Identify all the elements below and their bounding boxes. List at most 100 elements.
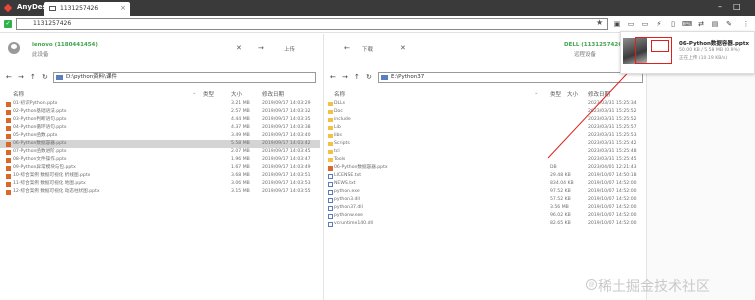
file-name: Tools xyxy=(334,157,346,162)
file-date: 2023/03/31 15:25:34 xyxy=(588,101,637,106)
anydesk-logo-icon xyxy=(3,3,13,13)
file-name: DLLs xyxy=(334,101,346,106)
col-type[interactable]: 类型 xyxy=(550,90,561,98)
file-name: 08-Python文件操作.pptx xyxy=(13,157,67,162)
file-name: 12-综合案例 数据可视化 动态柱状图.pptx xyxy=(13,189,100,194)
up-icon[interactable]: ↑ xyxy=(30,73,36,81)
table-row[interactable]: 04-Python循环语句.pptx 4.37 MB 2019/09/17 14:0… xyxy=(0,124,320,132)
file-name: pythonw.exe xyxy=(334,213,364,218)
address-input[interactable]: 1131257426 xyxy=(16,18,608,30)
drive-icon xyxy=(56,75,63,80)
watermark-at-icon: @ xyxy=(586,279,597,290)
table-row[interactable]: 06-Python数据容器.pptx 5.58 MB 2019/09/17 14:0… xyxy=(0,140,320,148)
table-row[interactable]: 06-Python数据容器.pptx DB 2023/04/01 12:21:43 xyxy=(324,164,647,172)
table-row[interactable]: 11-综合案例 数据可视化 地图.pptx 3.06 MB 2019/09/17 1… xyxy=(0,180,320,188)
file-name: 04-Python循环语句.pptx xyxy=(13,125,67,130)
file-icon xyxy=(328,189,333,195)
table-row[interactable]: Scripts 2023/03/31 15:25:42 xyxy=(324,140,647,148)
table-row[interactable]: python3.dll 57.52 KB 2019/10/07 14:52:00 xyxy=(324,196,647,204)
file-icon xyxy=(328,205,333,211)
minimize-icon[interactable]: – xyxy=(718,2,722,11)
file-transfer-icon[interactable]: ▣ xyxy=(612,19,622,29)
table-row[interactable]: 12-综合案例 数据可视化 动态柱状图.pptx 3.15 MB 2019/09/1… xyxy=(0,188,320,196)
pen-icon[interactable]: ✎ xyxy=(724,19,734,29)
notification-status: 正在上传 (10.19 KB/s) xyxy=(679,56,728,61)
table-row[interactable]: NEWS.txt 834.04 KB 2019/10/07 14:52:00 xyxy=(324,180,647,188)
close-tab-icon[interactable]: × xyxy=(120,4,126,12)
remote-table-header: 名称 ⌄ 类型 大小 修改日期 xyxy=(324,90,647,98)
file-date: 2023/03/31 15:25:42 xyxy=(588,141,637,146)
pptx-file-icon xyxy=(6,149,11,155)
file-name: Doc xyxy=(334,109,343,114)
table-row[interactable]: 10-综合案例 数据可视化 折线图.pptx 3.68 MB 2019/09/17 … xyxy=(0,172,320,180)
col-modified[interactable]: 修改日期 xyxy=(262,90,284,98)
local-path-input[interactable]: D:\python资料\课件 xyxy=(53,72,316,83)
file-size: 3.06 MB xyxy=(231,181,250,186)
action-icon[interactable]: ⚡ xyxy=(654,19,664,29)
refresh-icon[interactable]: ↻ xyxy=(42,73,48,81)
maximize-icon[interactable]: □ xyxy=(733,2,741,11)
table-row[interactable]: LICENSE.txt 29.48 KB 2019/10/07 14:50:18 xyxy=(324,172,647,180)
session-tab[interactable]: 1131257426 × xyxy=(44,2,130,16)
up-icon[interactable]: ↑ xyxy=(354,73,360,81)
table-row[interactable]: 09-Python异常模块与包.pptx 1.67 MB 2019/09/17 14… xyxy=(0,164,320,172)
col-name[interactable]: 名称 xyxy=(334,90,345,98)
file-name: vcruntime140.dll xyxy=(334,221,374,226)
col-name[interactable]: 名称 xyxy=(13,90,24,98)
forward-icon[interactable]: → xyxy=(18,73,24,81)
chat-icon[interactable]: ▭ xyxy=(626,19,636,29)
arrow-right-icon[interactable]: → xyxy=(258,44,264,52)
close-icon[interactable]: ✕ xyxy=(236,44,242,52)
table-row[interactable]: DLLs 2023/03/31 15:25:34 xyxy=(324,100,647,108)
keyboard-icon[interactable]: ⌨ xyxy=(682,19,692,29)
table-row[interactable]: libs 2023/03/31 15:25:53 xyxy=(324,132,647,140)
col-type[interactable]: 类型 xyxy=(203,90,214,98)
remote-path-input[interactable]: E:\Python37 xyxy=(378,72,643,83)
file-size: 1.96 MB xyxy=(231,157,250,162)
col-modified[interactable]: 修改日期 xyxy=(588,90,610,98)
refresh-icon[interactable]: ↻ xyxy=(366,73,372,81)
file-size: 3.49 MB xyxy=(231,133,250,138)
table-row[interactable]: python37.dll 3.56 MB 2019/10/07 14:52:00 xyxy=(324,204,647,212)
table-row[interactable]: 03-Python判断语句.pptx 4.44 MB 2019/09/17 14:0… xyxy=(0,116,320,124)
table-row[interactable]: Lib 2023/03/31 15:25:57 xyxy=(324,124,647,132)
table-row[interactable]: pythonw.exe 96.02 KB 2019/10/07 14:52:00 xyxy=(324,212,647,220)
local-table-header: 名称 ⌄ 类型 大小 修改日期 xyxy=(0,90,320,98)
col-size[interactable]: 大小 xyxy=(567,90,578,98)
table-row[interactable]: tcl 2023/03/31 15:25:48 xyxy=(324,148,647,156)
switch-icon[interactable]: ⇄ xyxy=(696,19,706,29)
file-name: LICENSE.txt xyxy=(334,173,362,178)
table-row[interactable]: Tools 2023/03/31 15:25:45 xyxy=(324,156,647,164)
mouse-icon[interactable]: ▯ xyxy=(668,19,678,29)
back-icon[interactable]: ← xyxy=(6,73,12,81)
table-row[interactable]: Doc 2023/03/31 15:25:52 xyxy=(324,108,647,116)
pptx-file-icon xyxy=(6,101,11,107)
table-row[interactable]: 02-Python基础语法.pptx 2.57 MB 2019/09/17 14:0… xyxy=(0,108,320,116)
table-row[interactable]: 08-Python文件操作.pptx 1.96 MB 2019/09/17 14:0… xyxy=(0,156,320,164)
table-row[interactable]: 01-初识Python.pptx 3.21 MB 2019/09/17 14:03:… xyxy=(0,100,320,108)
screenshot-icon[interactable]: ▤ xyxy=(710,19,720,29)
upload-button[interactable]: 上传 xyxy=(284,45,295,53)
file-size: 2.57 MB xyxy=(231,109,250,114)
sort-icon: ⌄ xyxy=(534,90,539,96)
file-size: 1.67 MB xyxy=(231,165,250,170)
file-icon xyxy=(328,213,333,219)
connection-ok-icon: ✓ xyxy=(4,20,12,28)
table-row[interactable]: 07-Python函数进阶.pptx 2.07 MB 2019/09/17 14:0… xyxy=(0,148,320,156)
table-row[interactable]: python.exe 97.52 KB 2019/10/07 14:52:00 xyxy=(324,188,647,196)
close-icon[interactable]: ✕ xyxy=(400,44,406,52)
menu-icon[interactable]: ⋮ xyxy=(741,19,751,29)
download-button[interactable]: 下载 xyxy=(362,45,373,53)
col-size[interactable]: 大小 xyxy=(231,90,242,98)
arrow-left-icon[interactable]: ← xyxy=(344,44,350,52)
file-date: 2019/09/17 14:03:42 xyxy=(262,141,311,146)
table-row[interactable]: vcruntime140.dll 82.65 KB 2019/10/07 14:52… xyxy=(324,220,647,228)
table-row[interactable]: include 2023/03/31 15:25:52 xyxy=(324,116,647,124)
file-icon xyxy=(328,173,333,179)
star-icon[interactable]: ★ xyxy=(596,18,603,27)
back-icon[interactable]: ← xyxy=(330,73,336,81)
table-row[interactable]: 05-Python函数.pptx 3.49 MB 2019/09/17 14:03:… xyxy=(0,132,320,140)
forward-icon[interactable]: → xyxy=(342,73,348,81)
display-icon[interactable]: ▭ xyxy=(640,19,650,29)
folder-icon xyxy=(328,118,333,122)
